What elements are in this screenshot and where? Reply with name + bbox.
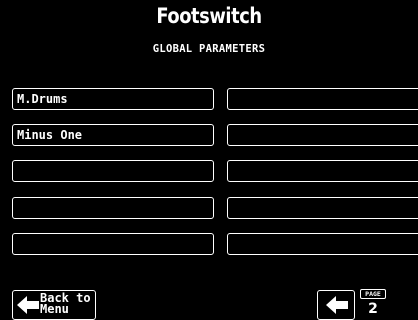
page-subtitle: GLOBAL PARAMETERS (152, 43, 266, 55)
page-indicator: PAGE 2 (360, 289, 388, 317)
footswitch-slot-left-1[interactable]: M.Drums (12, 88, 214, 110)
footswitch-slot-right-3[interactable] (227, 160, 418, 182)
footswitch-slot-right-4[interactable] (227, 197, 418, 219)
footswitch-slot-left-4[interactable] (12, 197, 214, 219)
footswitch-slot-right-1[interactable] (227, 88, 418, 110)
back-to-menu-label: Back to Menu (40, 291, 91, 316)
left-arrow-icon (326, 296, 348, 314)
footswitch-slot-left-5[interactable] (12, 233, 214, 255)
footswitch-slot-right-2[interactable] (227, 124, 418, 146)
page-tag: PAGE (360, 289, 386, 299)
page-number: 2 (368, 301, 378, 317)
footswitch-slot-right-5[interactable] (227, 233, 418, 255)
back-to-menu-button[interactable]: Back to Menu (12, 290, 96, 320)
footswitch-slot-left-3[interactable] (12, 160, 214, 182)
page-title: Footswitch (156, 4, 262, 28)
left-arrow-icon (17, 296, 39, 314)
previous-page-button[interactable] (317, 290, 355, 320)
footswitch-slot-left-2[interactable]: Minus One (12, 124, 214, 146)
